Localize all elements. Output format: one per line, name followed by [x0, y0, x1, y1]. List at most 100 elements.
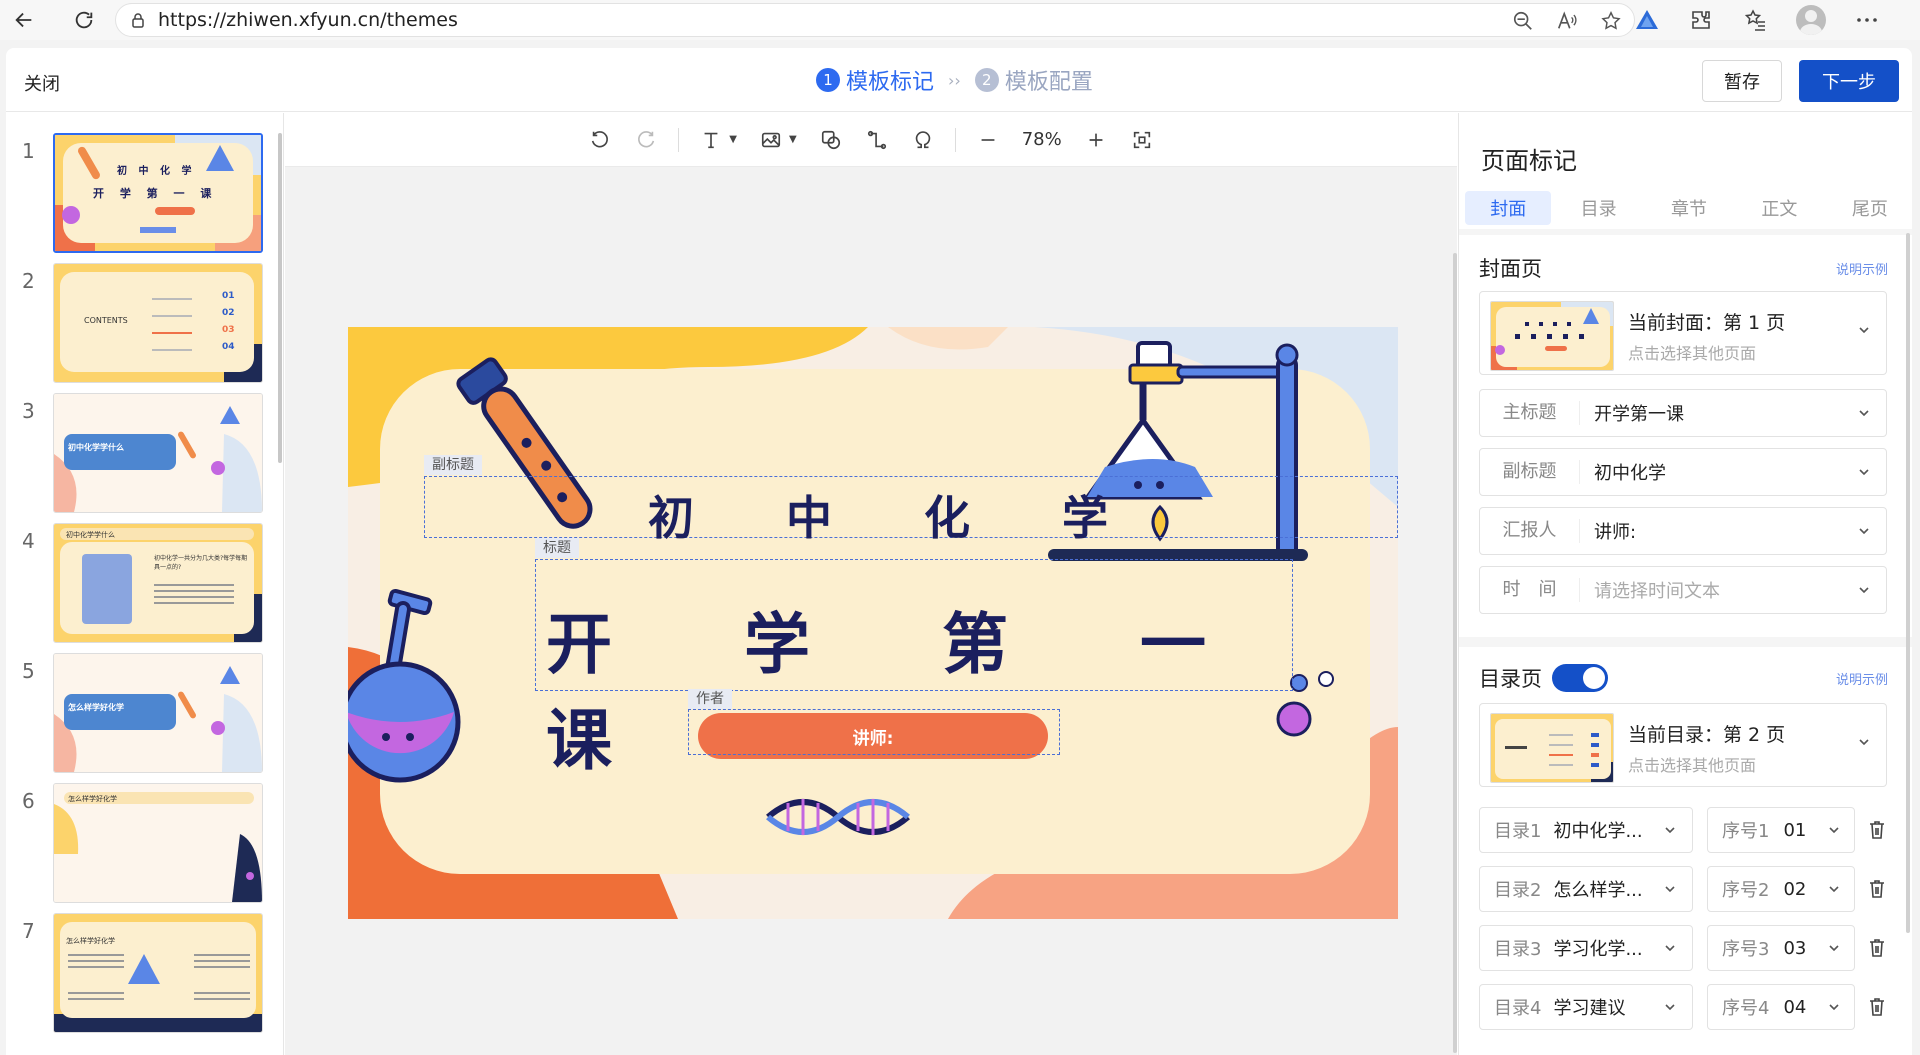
profile-avatar[interactable] [1796, 5, 1826, 35]
presenter-select[interactable]: 汇报人 讲师: [1479, 507, 1887, 555]
toc-help-link[interactable]: 说明示例 [1836, 669, 1888, 688]
chevron-down-icon [1829, 827, 1839, 834]
zoom-level: 78% [1021, 129, 1062, 150]
slide-thumbnail[interactable]: 怎么样学好化学 [53, 913, 263, 1033]
toc-item-select[interactable]: 目录1 初中化学... [1479, 807, 1693, 853]
zoom-out-button[interactable] [976, 128, 1000, 152]
fit-screen-icon [1133, 131, 1150, 148]
slide-thumbnail[interactable]: 初 中 化 学 开 学 第 一 课 [53, 133, 263, 253]
toc-number-select[interactable]: 序号2 02 [1707, 866, 1855, 912]
star-icon[interactable] [1600, 10, 1622, 32]
thumbnail-row[interactable]: 1 初 中 化 学 开 学 第 一 课 [6, 133, 283, 255]
thumbnail-row[interactable]: 7 怎么样学好化学 [6, 913, 283, 1035]
current-cover-card[interactable]: 当前封面：第 1 页 点击选择其他页面 [1479, 291, 1887, 375]
thumbnail-row[interactable]: 3 初中化学学什么 [6, 393, 283, 515]
slide-thumbnail[interactable]: 初中化学学什么 [53, 393, 263, 513]
text-tool-button[interactable] [699, 128, 723, 152]
toc-number-select[interactable]: 序号4 04 [1707, 984, 1855, 1030]
save-draft-button[interactable]: 暂存 [1702, 60, 1782, 102]
toc-number-select[interactable]: 序号3 03 [1707, 925, 1855, 971]
toc-item-select[interactable]: 目录3 学习化学... [1479, 925, 1693, 971]
redo-button[interactable] [634, 128, 658, 152]
more-menu-icon[interactable] [1854, 7, 1880, 33]
symbol-tool-button[interactable] [911, 128, 935, 152]
tab-body[interactable]: 正文 [1736, 191, 1822, 225]
main-title-select[interactable]: 主标题 开学第一课 [1479, 389, 1887, 437]
caret-down-icon[interactable]: ▼ [729, 134, 737, 145]
zoom-in-button[interactable] [1084, 128, 1108, 152]
toc-item-value: 初中化学... [1553, 821, 1643, 842]
slide-thumbnail[interactable]: 初中化学学什么 初中化学一共分为几大类?每学每期具一点的? [53, 523, 263, 643]
redo-icon [638, 130, 655, 147]
trash-icon[interactable] [1867, 937, 1887, 959]
trash-icon[interactable] [1867, 878, 1887, 900]
tab-cover[interactable]: 封面 [1465, 191, 1552, 225]
panel-scrollbar[interactable] [1906, 233, 1910, 933]
toc-number-value: 01 [1783, 819, 1807, 841]
text-icon [704, 132, 718, 148]
toc-number-label: 序号4 [1722, 998, 1770, 1019]
address-bar[interactable]: https://zhiwen.xfyun.cn/themes [115, 3, 1635, 37]
thumbnail-row[interactable]: 4 初中化学学什么 初中化学一共分为几大类?每学每期具一点的? [6, 523, 283, 645]
thumbnail-row[interactable]: 5 怎么样学好化学 [6, 653, 283, 775]
slide-thumbnail[interactable]: 怎么样学好化学 [53, 783, 263, 903]
favorites-icon[interactable] [1742, 7, 1768, 33]
author-mark-box[interactable] [688, 709, 1060, 755]
undo-button[interactable] [588, 128, 612, 152]
section-divider [1459, 637, 1912, 647]
slide-thumbnail[interactable]: 怎么样学好化学 [53, 653, 263, 773]
current-toc-card[interactable]: 当前目录：第 2 页 点击选择其他页面 [1479, 703, 1887, 787]
mark-label-author: 作者 [688, 689, 732, 709]
chevron-down-icon [1859, 469, 1869, 476]
extension-drive-icon[interactable] [1634, 7, 1660, 33]
step-template-marking[interactable]: 1 模板标记 [816, 64, 934, 96]
read-aloud-icon[interactable] [1556, 10, 1578, 32]
step-template-config[interactable]: 2 模板配置 [974, 64, 1093, 96]
toc-item-select[interactable]: 目录4 学习建议 [1479, 984, 1693, 1030]
chevron-down-icon [1665, 827, 1675, 834]
thumbnail-number: 5 [22, 659, 35, 683]
thumbnail-number: 4 [22, 529, 35, 553]
cover-section-heading: 封面页 [1479, 257, 1542, 281]
step-label: 模板标记 [846, 70, 935, 95]
step-number: 2 [974, 68, 999, 92]
close-button[interactable]: 关闭 [24, 70, 60, 96]
chevron-down-icon [1859, 327, 1869, 334]
app-header: 关闭 1 模板标记 ›› 2 模板配置 暂存 下一步 [6, 48, 1912, 112]
toc-number-select[interactable]: 序号1 01 [1707, 807, 1855, 853]
thumbnail-text: 怎么样学好化学 [68, 703, 124, 712]
tab-chapter[interactable]: 章节 [1646, 191, 1732, 225]
zoom-out-icon[interactable] [1512, 10, 1534, 32]
field-label: 时 间 [1480, 578, 1580, 602]
slide-thumbnail[interactable]: CONTENTS 01 02 03 04 [53, 263, 263, 383]
trash-icon[interactable] [1867, 819, 1887, 841]
back-button[interactable] [4, 0, 44, 40]
slide-canvas-area: ▼ ▼ 78% 副标题 初 中 化 学 标题 开 学 第 一 课 作者 讲师: [285, 113, 1457, 1055]
image-tool-button[interactable] [759, 128, 783, 152]
extensions-puzzle-icon[interactable] [1688, 7, 1714, 33]
slide-preview[interactable]: 副标题 初 中 化 学 标题 开 学 第 一 课 作者 讲师: [348, 327, 1398, 919]
thumbnail-scrollbar[interactable] [278, 133, 282, 463]
toc-item-select[interactable]: 目录2 怎么样学... [1479, 866, 1693, 912]
trash-icon[interactable] [1867, 996, 1887, 1018]
tab-end[interactable]: 尾页 [1827, 191, 1912, 225]
thumbnail-row[interactable]: 6 怎么样学好化学 [6, 783, 283, 905]
next-step-button[interactable]: 下一步 [1799, 60, 1899, 102]
reload-icon [75, 11, 93, 29]
field-label: 主标题 [1480, 401, 1580, 425]
shape-tool-button[interactable] [819, 128, 843, 152]
time-select[interactable]: 时 间 请选择时间文本 [1479, 566, 1887, 614]
canvas-scrollbar[interactable] [1453, 253, 1457, 1053]
field-placeholder: 请选择时间文本 [1594, 581, 1720, 602]
connector-tool-button[interactable] [865, 128, 889, 152]
field-label: 副标题 [1480, 460, 1580, 484]
thumbnail-row[interactable]: 2 CONTENTS 01 02 03 04 [6, 263, 283, 385]
reload-button[interactable] [64, 0, 104, 40]
cover-help-link[interactable]: 说明示例 [1836, 259, 1888, 278]
toc-enabled-toggle[interactable] [1552, 664, 1608, 692]
caret-down-icon[interactable]: ▼ [789, 134, 797, 145]
fit-screen-button[interactable] [1130, 128, 1154, 152]
mark-label-title: 标题 [535, 538, 579, 558]
tab-toc[interactable]: 目录 [1555, 191, 1641, 225]
subtitle-select[interactable]: 副标题 初中化学 [1479, 448, 1887, 496]
